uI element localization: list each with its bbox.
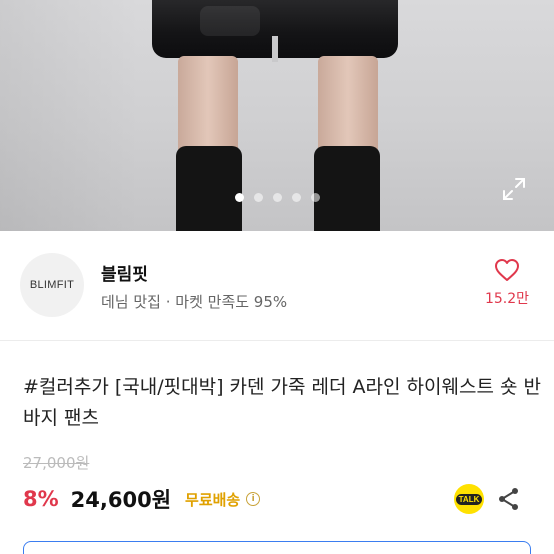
like-button[interactable]: 15.2만 [480, 258, 534, 308]
shop-meta: 데님 맛집 · 마켓 만족도 95% [101, 293, 288, 311]
carousel-dot[interactable] [234, 193, 244, 202]
sale-price: 24,600원 [70, 488, 172, 512]
discount-rate: 8% [23, 487, 59, 511]
right-stocking [314, 146, 380, 231]
shop-logo-text: BLIMFIT [29, 279, 75, 291]
carousel-dot[interactable] [253, 193, 263, 202]
product-image[interactable] [0, 0, 554, 231]
like-count: 15.2만 [484, 291, 530, 307]
original-price: 27,000원 [23, 454, 90, 472]
carousel-dot[interactable] [310, 193, 320, 202]
shorts-highlight [200, 6, 260, 36]
talk-label: TALK [455, 493, 483, 505]
share-icon[interactable] [496, 486, 522, 512]
free-shipping-label: 무료배송 [185, 490, 241, 509]
carousel-dot[interactable] [272, 193, 282, 202]
shop-logo[interactable]: BLIMFIT [20, 253, 84, 317]
carousel-dot[interactable] [291, 193, 301, 202]
right-leg [318, 56, 378, 156]
product-title: #컬러추가 [국내/핏대박] 카덴 가죽 레더 A라인 하이웨스트 숏 반바지 … [23, 376, 541, 429]
price-row: 8% 24,600원 무료배송 i [23, 484, 261, 514]
left-leg [178, 56, 238, 156]
heart-icon [495, 259, 519, 281]
shop-info[interactable]: BLIMFIT 블림핏 데님 맛집 · 마켓 만족도 95% 15.2만 [0, 231, 554, 340]
shop-name[interactable]: 블림핏 [101, 260, 148, 285]
info-icon[interactable]: i [246, 492, 261, 506]
carousel-dots [0, 193, 554, 205]
divider [0, 340, 554, 341]
expand-icon[interactable] [501, 176, 527, 202]
shorts-gap [272, 36, 278, 62]
talk-button[interactable]: TALK [454, 484, 484, 514]
bottom-action-button[interactable] [23, 541, 531, 554]
left-stocking [176, 146, 242, 231]
